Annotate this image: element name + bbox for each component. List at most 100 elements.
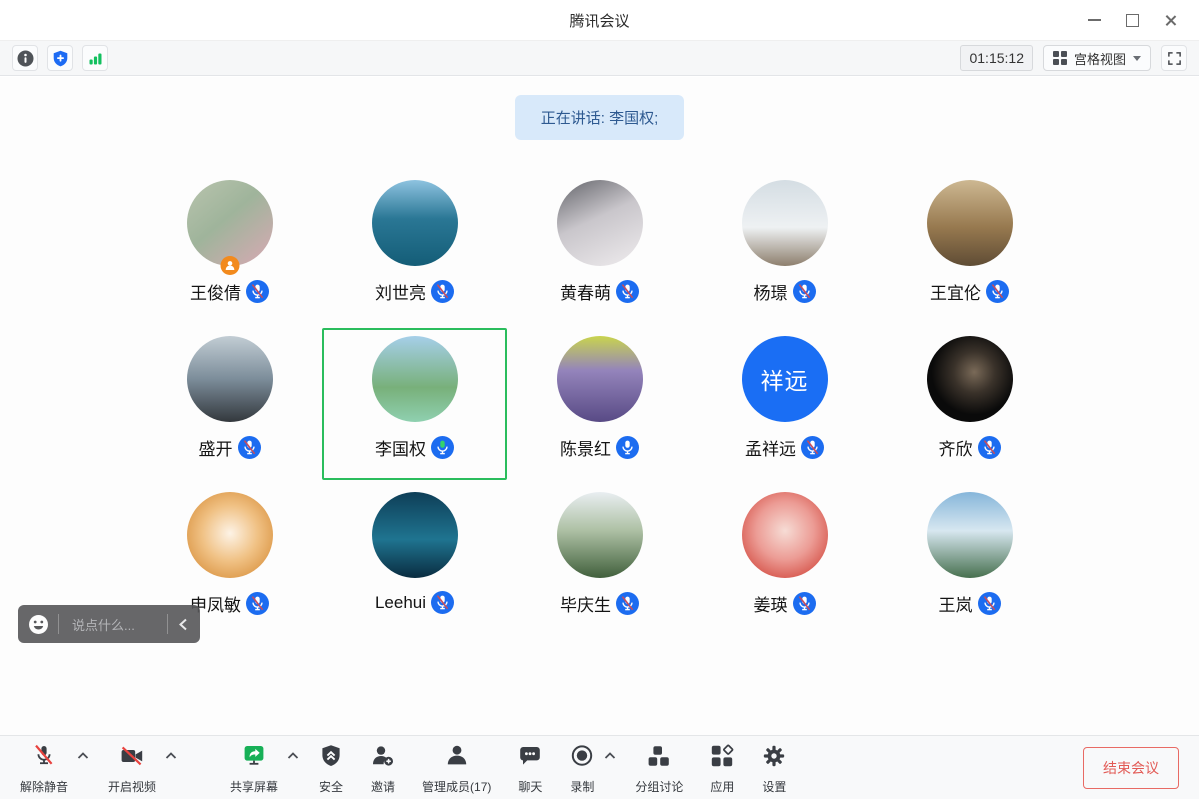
- security-level-button[interactable]: [47, 45, 73, 71]
- unmute-options-chevron[interactable]: [76, 751, 90, 761]
- participant-name: 齐欣: [939, 435, 973, 460]
- chat-group: 聊天: [509, 741, 551, 795]
- meeting-info-button[interactable]: [12, 45, 38, 71]
- participant-tile[interactable]: 刘世亮: [322, 172, 507, 324]
- participant-tile[interactable]: 盛开: [137, 328, 322, 480]
- avatar: [742, 492, 828, 578]
- participant-name-row: 杨璟: [754, 279, 816, 304]
- avatar: [927, 492, 1013, 578]
- meeting-window: 腾讯会议: [0, 0, 1199, 799]
- participant-tile[interactable]: 王俊倩: [137, 172, 322, 324]
- view-layout-dropdown[interactable]: 宫格视图: [1043, 45, 1151, 71]
- apps-button[interactable]: 应用: [701, 741, 743, 795]
- shield-plus-icon: [52, 50, 69, 67]
- avatar: [187, 180, 273, 266]
- participant-tile[interactable]: 李国权: [322, 328, 507, 480]
- network-stats-button[interactable]: [82, 45, 108, 71]
- participant-name: 王宜伦: [930, 279, 981, 304]
- fullscreen-icon: [1167, 51, 1182, 66]
- participant-tile[interactable]: 毕庆生: [507, 484, 692, 636]
- mic-status-icon[interactable]: [978, 436, 1001, 459]
- divider: [167, 614, 168, 634]
- record-button[interactable]: 录制: [561, 741, 603, 795]
- mic-status-icon[interactable]: [986, 280, 1009, 303]
- participant-name: 盛开: [199, 435, 233, 460]
- security-button[interactable]: 安全: [310, 741, 352, 795]
- chat-button[interactable]: 聊天: [509, 741, 551, 795]
- record-group: 录制: [561, 741, 617, 795]
- invite-label: 邀请: [371, 778, 395, 795]
- mic-off-icon: [31, 743, 57, 774]
- start-video-button[interactable]: 开启视频: [100, 741, 164, 795]
- participant-grid: 王俊倩刘世亮黄春萌杨璟王宜伦盛开李国权陈景红祥远孟祥远齐欣申凤敏Leehui毕庆…: [137, 172, 1062, 636]
- mic-status-icon[interactable]: [978, 592, 1001, 615]
- mic-status-icon[interactable]: [238, 436, 261, 459]
- mic-status-icon[interactable]: [793, 280, 816, 303]
- record-options-chevron[interactable]: [603, 751, 617, 761]
- members-group: 管理成员(17): [414, 741, 499, 795]
- breakout-group: 分组讨论: [627, 741, 691, 795]
- mic-status-icon[interactable]: [616, 592, 639, 615]
- participant-name-row: 王俊倩: [190, 279, 269, 304]
- apps-group: 应用: [701, 741, 743, 795]
- participant-name-row: 李国权: [375, 435, 454, 460]
- maximize-button[interactable]: [1113, 0, 1151, 40]
- avatar: [187, 336, 273, 422]
- mic-status-icon[interactable]: [616, 436, 639, 459]
- mic-status-icon[interactable]: [431, 591, 454, 614]
- participant-name: 毕庆生: [560, 591, 611, 616]
- participant-tile[interactable]: 姜瑛: [692, 484, 877, 636]
- start-video-options-chevron[interactable]: [164, 751, 178, 761]
- avatar: [927, 180, 1013, 266]
- collapse-chat-icon[interactable]: [177, 617, 190, 632]
- settings-button[interactable]: 设置: [753, 741, 795, 795]
- participant-tile[interactable]: 陈景红: [507, 328, 692, 480]
- chat-label: 聊天: [518, 778, 542, 795]
- invite-button[interactable]: 邀请: [362, 741, 404, 795]
- members-button[interactable]: 管理成员(17): [414, 741, 499, 795]
- mic-status-icon[interactable]: [246, 280, 269, 303]
- participant-tile[interactable]: Leehui: [322, 484, 507, 636]
- unmute-button[interactable]: 解除静音: [12, 741, 76, 795]
- close-button[interactable]: [1151, 0, 1189, 40]
- fullscreen-button[interactable]: [1161, 45, 1187, 71]
- breakout-button[interactable]: 分组讨论: [627, 741, 691, 795]
- mic-status-icon[interactable]: [793, 592, 816, 615]
- share-screen-button[interactable]: 共享屏幕: [222, 741, 286, 795]
- close-icon: [1164, 14, 1177, 27]
- shield-icon: [318, 743, 344, 774]
- mic-status-icon[interactable]: [246, 592, 269, 615]
- record-label: 录制: [570, 778, 594, 795]
- signal-bars-icon: [87, 50, 104, 67]
- mic-status-icon[interactable]: [431, 280, 454, 303]
- participant-tile[interactable]: 杨璟: [692, 172, 877, 324]
- active-speaker-banner: 正在讲话: 李国权;: [515, 95, 685, 140]
- participant-name: 杨璟: [754, 279, 788, 304]
- participant-name-row: 刘世亮: [375, 279, 454, 304]
- participant-tile[interactable]: 祥远孟祥远: [692, 328, 877, 480]
- mic-status-icon[interactable]: [431, 436, 454, 459]
- mic-status-icon[interactable]: [801, 436, 824, 459]
- invite-group: 邀请: [362, 741, 404, 795]
- share-screen-options-chevron[interactable]: [286, 751, 300, 761]
- participant-tile[interactable]: 王宜伦: [877, 172, 1062, 324]
- end-meeting-button[interactable]: 结束会议: [1083, 747, 1179, 789]
- avatar: [927, 336, 1013, 422]
- avatar: 祥远: [742, 336, 828, 422]
- mic-status-icon[interactable]: [616, 280, 639, 303]
- emoji-icon[interactable]: [28, 614, 49, 635]
- avatar: [557, 336, 643, 422]
- participant-tile[interactable]: 黄春萌: [507, 172, 692, 324]
- grid-view-icon: [1053, 51, 1067, 65]
- title-bar: 腾讯会议: [0, 0, 1199, 41]
- participant-tile[interactable]: 齐欣: [877, 328, 1062, 480]
- participant-tile[interactable]: 王岚: [877, 484, 1062, 636]
- info-icon: [17, 50, 34, 67]
- avatar: [372, 336, 458, 422]
- avatar: [372, 180, 458, 266]
- chat-input[interactable]: 说点什么...: [68, 615, 158, 634]
- participant-name: 王岚: [939, 591, 973, 616]
- participant-name: 黄春萌: [560, 279, 611, 304]
- avatar: [372, 492, 458, 578]
- minimize-button[interactable]: [1075, 0, 1113, 40]
